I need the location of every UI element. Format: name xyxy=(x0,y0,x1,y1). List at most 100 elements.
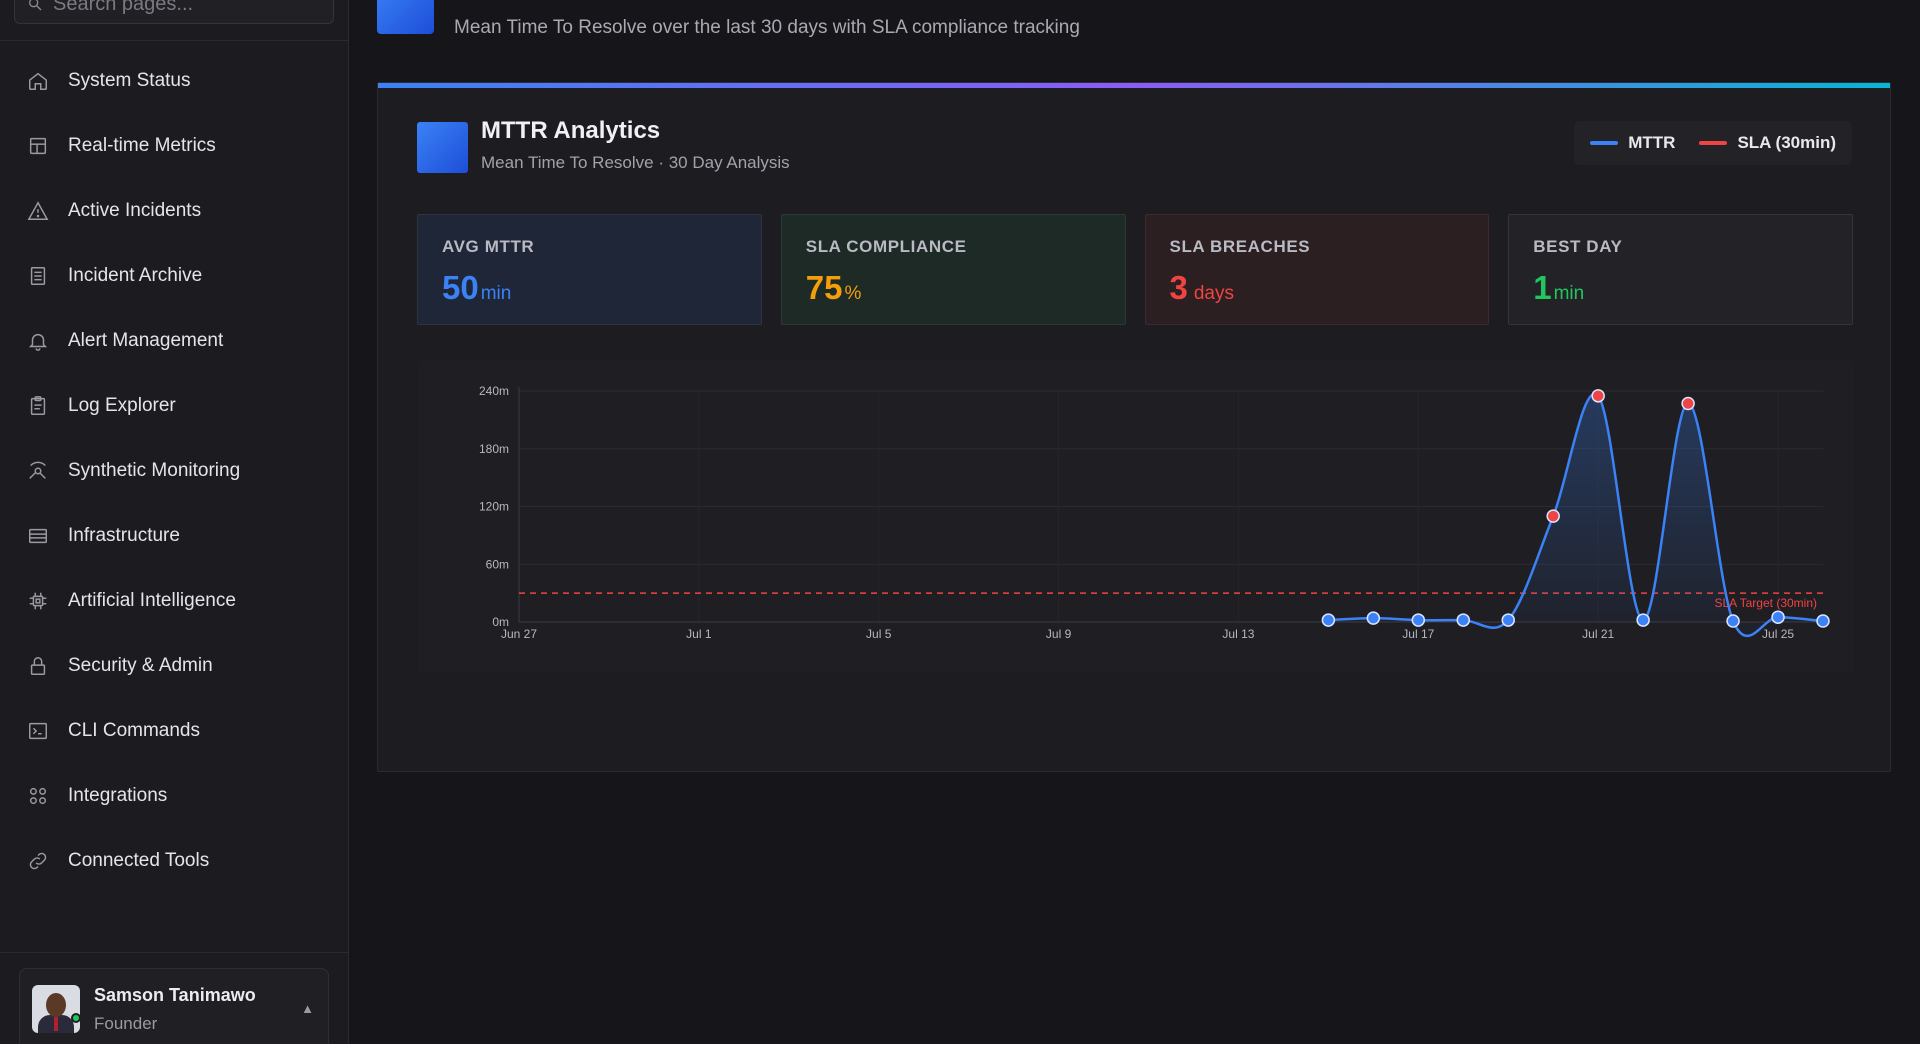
sidebar-item-label: Synthetic Monitoring xyxy=(68,459,241,481)
stat-unit: min xyxy=(480,283,512,304)
avatar xyxy=(32,985,80,1033)
sidebar-item-log-explorer[interactable]: Log Explorer xyxy=(0,373,349,438)
archive-icon xyxy=(26,264,50,288)
y-tick-label: 60m xyxy=(486,557,509,571)
mttr-data-point xyxy=(1726,614,1740,628)
clipboard-icon xyxy=(26,394,50,418)
sidebar-item-system-status[interactable]: System Status xyxy=(0,48,349,113)
mttr-data-point xyxy=(1816,614,1830,628)
sidebar-item-label: Active Incidents xyxy=(68,199,202,221)
search-input[interactable] xyxy=(53,0,313,16)
y-tick-label: 180m xyxy=(479,442,509,456)
stat-number: 50 xyxy=(442,269,479,306)
sla-breach-point xyxy=(1591,389,1605,403)
y-tick-label: 240m xyxy=(479,384,509,398)
mttr-chart: 0m 60m 120m 180m 240m Jun 27 Jul 1 Jul 5 Jul 9 Ju… xyxy=(417,359,1863,739)
legend-label: MTTR xyxy=(1628,133,1676,152)
sidebar-item-alert-management[interactable]: Alert Management xyxy=(0,308,349,373)
mttr-data-point xyxy=(1636,613,1650,627)
layout-icon xyxy=(26,134,50,158)
stat-label: SLA COMPLIANCE xyxy=(805,237,967,256)
sidebar-item-infrastructure[interactable]: Infrastructure xyxy=(0,503,349,568)
stat-value: 3 days xyxy=(1170,269,1465,307)
sidebar-item-label: Integrations xyxy=(68,784,168,806)
sidebar-item-synthetic-monitoring[interactable]: Synthetic Monitoring xyxy=(0,438,349,503)
mttr-data-point xyxy=(1456,613,1471,627)
home-icon xyxy=(26,69,50,93)
user-info: Samson Tanimawo Founder xyxy=(94,985,256,1034)
x-tick-label: Jul 9 xyxy=(1046,627,1072,641)
stat-number: 3 xyxy=(1169,269,1188,306)
radar-icon xyxy=(26,459,50,483)
page-icon xyxy=(377,0,434,34)
search-icon xyxy=(29,0,42,11)
stat-best-day: BEST DAY 1 min xyxy=(1508,214,1853,325)
legend-swatch xyxy=(1590,141,1619,145)
sidebar-divider xyxy=(0,40,349,41)
sidebar-item-cli-commands[interactable]: CLI Commands xyxy=(0,698,349,763)
card-accent-bar xyxy=(378,83,1890,88)
sidebar-item-label: Log Explorer xyxy=(68,394,176,416)
x-tick-label: Jul 13 xyxy=(1222,627,1254,641)
chip-icon xyxy=(26,589,50,613)
x-tick-label: Jul 1 xyxy=(686,627,712,641)
online-status-dot xyxy=(71,1013,81,1023)
sidebar-item-label: Alert Management xyxy=(68,329,224,351)
stat-value: 1 min xyxy=(1533,269,1828,307)
mttr-line-chart: 0m60m120m180m240mJun 27 Jul 1 Jul 5 Jul 9 Ju… xyxy=(419,361,1863,672)
stat-number: 75 xyxy=(805,269,843,306)
warning-icon xyxy=(26,199,50,223)
sidebar-item-active-incidents[interactable]: Active Incidents xyxy=(0,178,349,243)
mttr-data-point xyxy=(1771,610,1785,624)
mttr-card: MTTR Analytics Mean Time To Resolve · 30… xyxy=(377,82,1891,772)
user-card[interactable]: Samson Tanimawo Founder ▲ xyxy=(19,968,329,1044)
legend-item-sla: SLA (30min) xyxy=(1699,133,1836,153)
server-icon xyxy=(26,524,50,548)
legend-item-mttr: MTTR xyxy=(1590,133,1675,153)
search-box[interactable] xyxy=(14,0,334,24)
stat-label: BEST DAY xyxy=(1533,237,1623,256)
sla-breach-point xyxy=(1681,396,1695,411)
stat-avg-mttr: AVG MTTR 50 min xyxy=(417,214,762,325)
sidebar-item-label: Security & Admin xyxy=(68,654,213,676)
legend-swatch xyxy=(1699,141,1728,145)
sidebar-item-artificial-intelligence[interactable]: Artificial Intelligence xyxy=(0,568,349,633)
caret-up-icon[interactable]: ▲ xyxy=(301,1001,314,1016)
sidebar-item-realtime-metrics[interactable]: Real-time Metrics xyxy=(0,113,349,178)
card-icon xyxy=(417,122,468,173)
sidebar-item-label: System Status xyxy=(68,69,191,91)
sidebar-divider xyxy=(0,952,349,953)
mttr-data-point xyxy=(1411,613,1426,627)
sidebar-item-integrations[interactable]: Integrations xyxy=(0,763,349,828)
sidebar-item-label: Artificial Intelligence xyxy=(68,589,236,611)
x-tick-label: Jun 27 xyxy=(501,627,537,641)
stat-unit: days xyxy=(1193,283,1234,304)
stat-value: 50 min xyxy=(442,269,737,307)
x-tick-label: Jul 21 xyxy=(1582,627,1614,641)
x-tick-label: Jul 17 xyxy=(1402,627,1434,641)
grid-icon xyxy=(26,784,50,808)
bell-icon xyxy=(26,329,50,353)
card-title: MTTR Analytics xyxy=(481,117,661,144)
stat-label: AVG MTTR xyxy=(442,237,535,256)
sidebar-item-connected-tools[interactable]: Connected Tools xyxy=(0,828,349,893)
mttr-data-point xyxy=(1366,611,1381,625)
sidebar-item-security-admin[interactable]: Security & Admin xyxy=(0,633,349,698)
mttr-data-point xyxy=(1321,613,1336,627)
sidebar-item-label: CLI Commands xyxy=(68,719,200,741)
x-tick-label: Jul 5 xyxy=(866,627,892,641)
stat-row: AVG MTTR 50 min SLA COMPLIANCE 75 % SLA … xyxy=(417,214,1853,325)
link-icon xyxy=(26,849,50,873)
chart-legend: MTTR SLA (30min) xyxy=(1574,121,1852,165)
terminal-icon xyxy=(26,719,50,743)
sidebar-item-label: Real-time Metrics xyxy=(68,134,216,156)
sidebar-item-incident-archive[interactable]: Incident Archive xyxy=(0,243,349,308)
plot-background xyxy=(419,361,1863,672)
sidebar: System Status Real-time Metrics Active I… xyxy=(0,0,349,1044)
stat-label: SLA BREACHES xyxy=(1169,237,1311,256)
stat-number: 1 xyxy=(1533,269,1552,306)
sidebar-nav: System Status Real-time Metrics Active I… xyxy=(0,48,349,893)
sidebar-item-label: Incident Archive xyxy=(68,264,203,286)
legend-label: SLA (30min) xyxy=(1737,133,1836,152)
user-name: Samson Tanimawo xyxy=(94,985,256,1005)
